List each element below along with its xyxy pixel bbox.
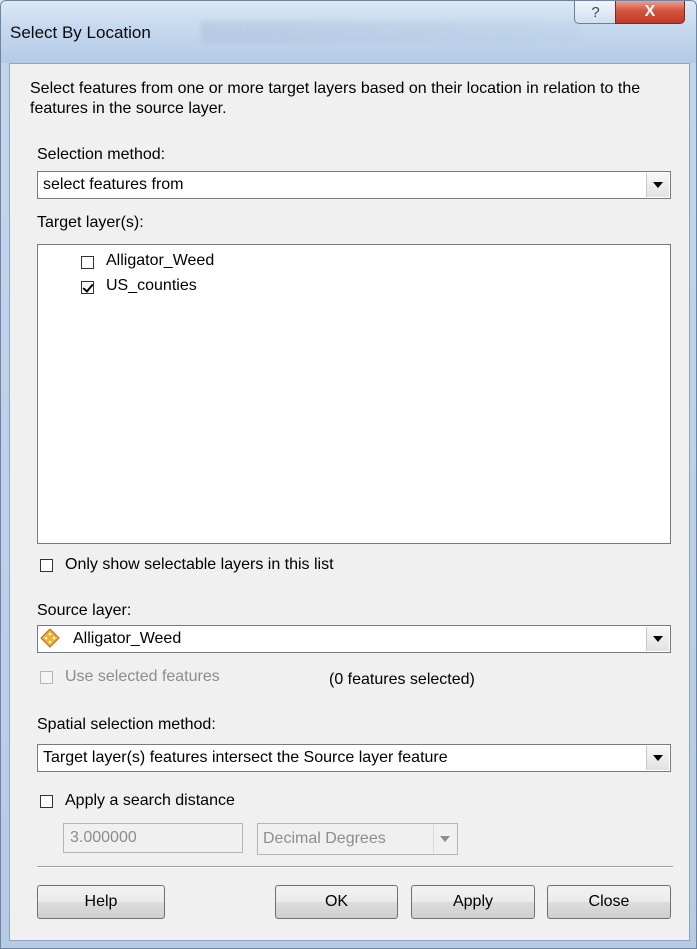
list-item-label: US_counties [106,277,197,294]
use-selected-option[interactable]: Use selected features [37,668,287,690]
title-bar[interactable]: Select By Location ? X [1,1,696,63]
window-title: Select By Location [10,23,151,42]
chevron-down-icon[interactable] [646,627,669,651]
list-item-label: Alligator_Weed [106,252,215,269]
help-icon[interactable]: ? [574,1,617,24]
checkbox[interactable] [81,256,94,269]
checkbox[interactable] [81,281,94,294]
source-layer-dropdown[interactable]: Alligator_Weed [37,625,671,653]
search-distance-value: 3.000000 [70,829,137,846]
list-item[interactable]: US_counties [81,277,381,299]
list-item[interactable]: Alligator_Weed [81,252,381,274]
only-selectable-option[interactable]: Only show selectable layers in this list [37,556,437,578]
target-layers-label: Target layer(s): [37,214,144,231]
search-distance-checkbox[interactable] [40,795,53,808]
only-selectable-checkbox[interactable] [40,559,53,572]
use-selected-checkbox[interactable] [40,671,53,684]
distance-units-value: Decimal Degrees [263,830,386,847]
spatial-method-dropdown[interactable]: Target layer(s) features intersect the S… [37,744,671,772]
selection-method-dropdown[interactable]: select features from [37,171,671,199]
search-distance-option[interactable]: Apply a search distance [37,792,297,814]
selection-method-label: Selection method: [37,146,166,163]
close-button[interactable]: Close [547,885,671,919]
background-toolbar-ghost [201,21,581,43]
chevron-down-icon[interactable] [433,825,456,853]
spatial-method-label: Spatial selection method: [37,716,216,733]
selected-count-text: (0 features selected) [329,671,475,688]
only-selectable-label: Only show selectable layers in this list [65,556,334,573]
apply-button[interactable]: Apply [411,885,535,919]
use-selected-label: Use selected features [65,668,220,685]
selection-method-value: select features from [43,176,184,193]
source-layer-value: Alligator_Weed [73,630,182,647]
spatial-method-value: Target layer(s) features intersect the S… [43,749,448,766]
chevron-down-icon[interactable] [646,746,669,770]
divider [37,866,673,868]
search-distance-label: Apply a search distance [65,792,235,809]
ok-button[interactable]: OK [275,885,398,919]
help-button[interactable]: Help [37,885,165,919]
point-layer-icon [40,628,60,648]
chevron-down-icon[interactable] [646,173,669,197]
distance-units-dropdown[interactable]: Decimal Degrees [257,823,458,855]
close-icon[interactable]: X [615,1,685,24]
search-distance-input[interactable]: 3.000000 [63,823,243,853]
target-layers-list[interactable]: Alligator_Weed US_counties [37,244,671,544]
description-text: Select features from one or more target … [30,80,641,117]
source-layer-label: Source layer: [37,602,132,619]
